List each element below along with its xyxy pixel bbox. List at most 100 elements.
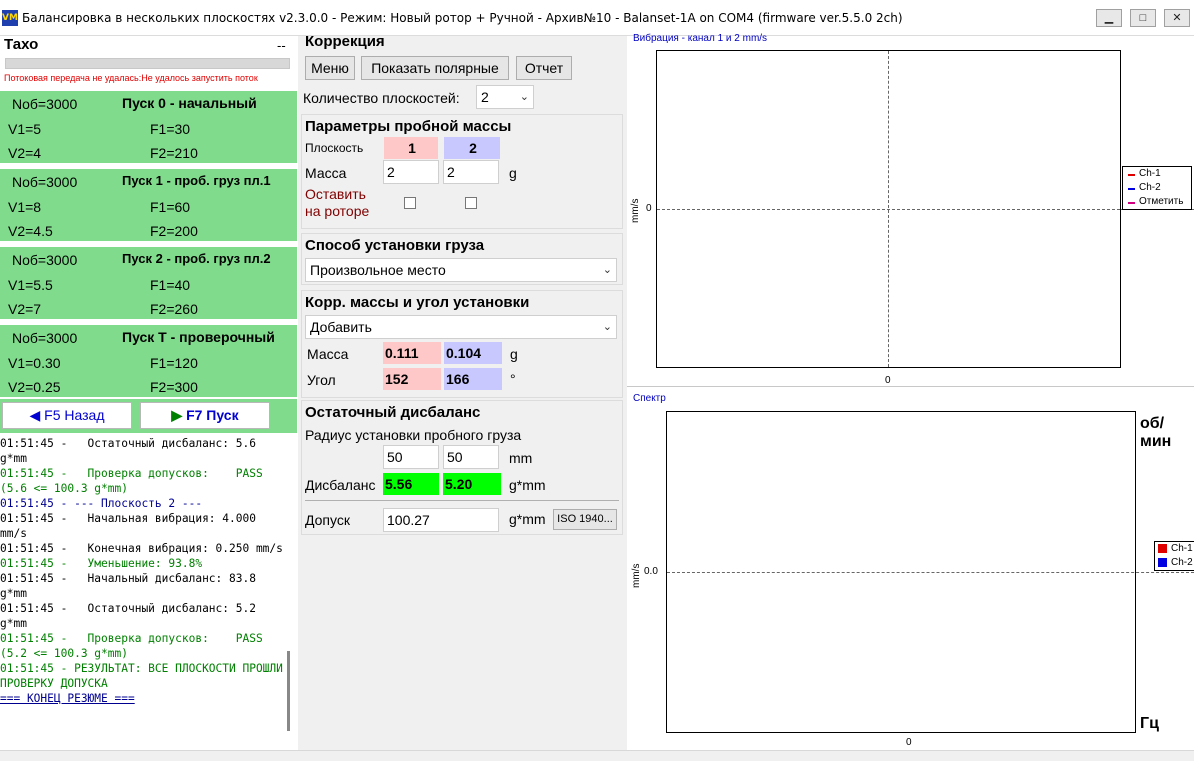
run-v2: V2=4.5 xyxy=(8,223,53,239)
taxo-title: Тахо xyxy=(4,36,39,53)
corr-mode-value: Добавить xyxy=(310,319,372,335)
run-title: Пуск 2 - проб. груз пл.2 xyxy=(122,251,271,266)
corr-mass-label: Масса xyxy=(307,346,349,362)
run-0-panel[interactable]: Nоб=3000 Пуск 0 - начальный V1=5 F1=30 V… xyxy=(0,91,297,163)
plane-1-header: 1 xyxy=(384,137,438,159)
leave-on-rotor-2-checkbox[interactable] xyxy=(465,197,477,209)
run-button-label: F7 Пуск xyxy=(186,407,239,423)
log-line: 01:51:45 - Начальный дисбаланс: 83.8 g*m… xyxy=(0,572,263,600)
log-line: === КОНЕЦ РЕЗЮМЕ === xyxy=(0,692,135,705)
spectrum-hz-unit: Гц xyxy=(1140,715,1159,732)
imbalance-label: Дисбаланс xyxy=(305,477,376,493)
left-panel: Тахо -- Потоковая передача не удалась:Не… xyxy=(0,36,298,750)
install-method-group: Способ установки груза Произвольное мест… xyxy=(301,233,623,285)
taxo-value: -- xyxy=(277,38,286,53)
legend-item-ch1: Ch-1 xyxy=(1123,167,1191,181)
run-rpm: Nоб=3000 xyxy=(12,96,78,112)
run-f2: F2=200 xyxy=(150,223,198,239)
radius-1-input[interactable]: 50 xyxy=(383,445,439,469)
spectrum-rpm-unit: об/мин xyxy=(1140,415,1172,450)
menu-button[interactable]: Меню xyxy=(305,56,355,80)
planes-label: Количество плоскостей: xyxy=(303,90,460,106)
status-bar xyxy=(0,750,1194,761)
chevron-down-icon: ⌄ xyxy=(602,264,612,276)
corr-title: Корр. массы и угол установки xyxy=(305,294,530,311)
corr-mass-group: Корр. массы и угол установки Добавить ⌄ … xyxy=(301,290,623,398)
vibration-ylabel: mm/s xyxy=(630,198,641,223)
spectrum-zero-line xyxy=(667,572,1194,573)
trial-mass-1-input[interactable]: 2 xyxy=(383,160,439,184)
legend-item-ch2: Ch-2 xyxy=(1155,556,1194,570)
run-f1: F1=30 xyxy=(150,121,191,137)
mass-unit: g xyxy=(509,165,517,181)
run-button[interactable]: ▶ F7 Пуск xyxy=(140,402,270,429)
leave-on-rotor-label-2: на роторе xyxy=(305,203,370,219)
log-line: 01:51:45 - Проверка допусков: PASS (5.6 … xyxy=(0,467,270,495)
run-1-panel[interactable]: Nоб=3000 Пуск 1 - проб. груз пл.1 V1=8 F… xyxy=(0,169,297,241)
log-line: 01:51:45 - Уменьшение: 93.8% xyxy=(0,557,203,570)
run-v2: V2=7 xyxy=(8,301,42,317)
install-method-select[interactable]: Произвольное место ⌄ xyxy=(305,258,617,282)
spectrum-chart-title: Спектр xyxy=(633,393,666,404)
spectrum-xtick: 0 xyxy=(906,737,912,748)
title-bar: VM Балансировка в нескольких плоскостях … xyxy=(0,0,1194,36)
tolerance-input[interactable]: 100.27 xyxy=(383,508,499,532)
radius-label: Радиус установки пробного груза xyxy=(305,427,522,443)
trial-mass-group: Параметры пробной массы Плоскость 1 2 Ма… xyxy=(301,114,623,229)
app-logo-icon: VM xyxy=(2,10,18,26)
vibration-legend: Ch-1 Ch-2 Отметить xyxy=(1122,166,1192,210)
log-line: 01:51:45 - Конечная вибрация: 0.250 mm/s xyxy=(0,542,283,555)
legend-item-mark: Отметить xyxy=(1123,195,1191,209)
run-v1: V1=8 xyxy=(8,199,42,215)
run-rpm: Nоб=3000 xyxy=(12,252,78,268)
maximize-icon[interactable]: □ xyxy=(1130,9,1156,27)
run-f2: F2=210 xyxy=(150,145,198,161)
spectrum-legend: Ch-1 Ch-2 xyxy=(1154,541,1194,571)
run-rpm: Nоб=3000 xyxy=(12,174,78,190)
vibration-center-line xyxy=(888,51,889,367)
chevron-down-icon: ⌄ xyxy=(602,321,612,333)
leave-on-rotor-label-1: Оставить xyxy=(305,186,366,202)
mass-label: Масса xyxy=(305,165,347,181)
spectrum-ylabel: mm/s xyxy=(631,563,642,588)
log-scrollbar-thumb[interactable] xyxy=(287,651,290,731)
planes-select[interactable]: 2 ⌄ xyxy=(476,85,534,109)
tolerance-unit: g*mm xyxy=(509,511,546,527)
back-button[interactable]: ◀ F5 Назад xyxy=(2,402,132,429)
window-title: Балансировка в нескольких плоскостях v2.… xyxy=(22,11,903,25)
report-button[interactable]: Отчет xyxy=(516,56,572,80)
run-title: Пуск Т - проверочный xyxy=(122,329,275,345)
run-2-panel[interactable]: Nоб=3000 Пуск 2 - проб. груз пл.2 V1=5.5… xyxy=(0,247,297,319)
run-v1: V1=5.5 xyxy=(8,277,53,293)
corr-mass-2-value: 0.104 xyxy=(444,342,502,364)
leave-on-rotor-1-checkbox[interactable] xyxy=(404,197,416,209)
log-panel[interactable]: 01:51:45 - Остаточный дисбаланс: 5.6 g*m… xyxy=(0,436,285,748)
run-v2: V2=4 xyxy=(8,145,42,161)
back-button-label: F5 Назад xyxy=(44,407,105,423)
vibration-chart-title: Вибрация - канал 1 и 2 mm/s xyxy=(633,33,768,44)
corr-angle-2-value: 166 xyxy=(444,368,502,390)
run-f2: F2=300 xyxy=(150,379,198,395)
radius-2-input[interactable]: 50 xyxy=(443,445,499,469)
triangle-right-icon: ▶ xyxy=(171,407,183,423)
radius-unit: mm xyxy=(509,450,533,466)
run-t-panel[interactable]: Nоб=3000 Пуск Т - проверочный V1=0.30 F1… xyxy=(0,325,297,397)
run-title: Пуск 1 - проб. груз пл.1 xyxy=(122,173,271,188)
run-v2: V2=0.25 xyxy=(8,379,61,395)
close-icon[interactable]: ✕ xyxy=(1164,9,1190,27)
iso-1940-button[interactable]: ISO 1940... xyxy=(553,509,617,530)
trial-mass-2-input[interactable]: 2 xyxy=(443,160,499,184)
legend-item-ch1: Ch-1 xyxy=(1155,542,1194,556)
run-f1: F1=120 xyxy=(150,355,198,371)
minimize-icon[interactable]: ▁ xyxy=(1096,9,1122,27)
plane-label: Плоскость xyxy=(305,141,364,155)
run-f1: F1=40 xyxy=(150,277,191,293)
tolerance-label: Допуск xyxy=(305,512,350,528)
planes-value: 2 xyxy=(481,89,489,105)
run-v1: V1=0.30 xyxy=(8,355,61,371)
log-line: 01:51:45 - РЕЗУЛЬТАТ: ВСЕ ПЛОСКОСТИ ПРОШ… xyxy=(0,662,283,690)
run-f1: F1=60 xyxy=(150,199,191,215)
log-line: 01:51:45 - --- Плоскость 2 --- xyxy=(0,497,203,510)
polar-button[interactable]: Показать полярные xyxy=(361,56,509,80)
corr-mode-select[interactable]: Добавить ⌄ xyxy=(305,315,617,339)
